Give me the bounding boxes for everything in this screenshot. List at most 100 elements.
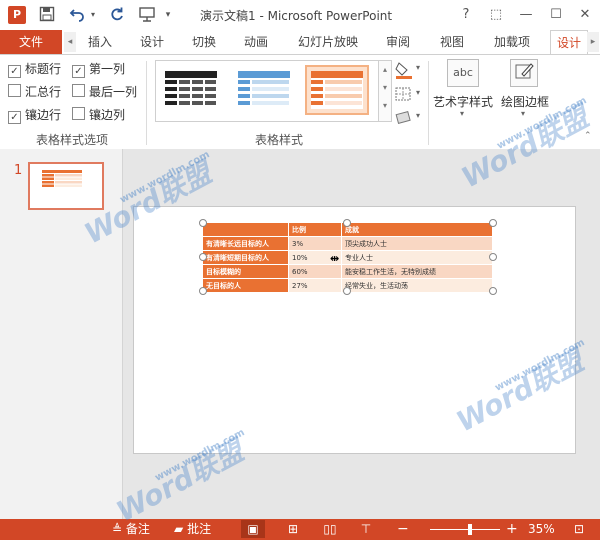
wordart-styles-icon[interactable]: abc (447, 59, 479, 87)
table-style-black[interactable] (161, 67, 221, 113)
checkbox-banded-columns[interactable]: 镶边列 (72, 107, 125, 123)
tab-slideshow[interactable]: 幻灯片放映 (298, 30, 358, 54)
table-cell[interactable]: 经常失业，生活动荡 (341, 278, 493, 293)
table-header-cell[interactable]: 比例 (288, 222, 342, 237)
zoom-slider-knob[interactable] (468, 524, 472, 535)
table-styles-gallery (155, 60, 379, 122)
resize-handle[interactable] (489, 253, 497, 261)
table-cell[interactable]: 有清晰短期目标的人 (202, 250, 289, 265)
checkbox-label: 第一列 (89, 62, 126, 76)
resize-handle[interactable] (343, 287, 351, 295)
zoom-slider-track[interactable] (430, 529, 500, 530)
table-cell[interactable]: 顶尖成功人士 (341, 236, 493, 251)
help-button[interactable]: ? (455, 5, 477, 25)
table-row: 目标模糊的 60% 能安稳工作生活，无特别成绩 (202, 264, 493, 279)
notes-button[interactable]: ≜ 备注 (112, 521, 150, 538)
draw-borders-icon[interactable] (510, 59, 538, 87)
comments-label: 批注 (187, 522, 212, 536)
resize-handle[interactable] (199, 253, 207, 261)
slide-table-container[interactable]: 比例 成就 有清晰长远目标的人 3% 顶尖成功人士 有清晰短期目标的人 10% … (202, 222, 493, 293)
tab-scroll-right-icon[interactable]: ▸ (587, 32, 599, 52)
borders-dropdown-icon[interactable]: ▾ (416, 88, 420, 97)
slide-table[interactable]: 比例 成就 有清晰长远目标的人 3% 顶尖成功人士 有清晰短期目标的人 10% … (202, 222, 493, 293)
checkbox-first-column[interactable]: ✓ 第一列 (72, 61, 126, 78)
borders-icon[interactable] (394, 86, 412, 102)
gallery-up-icon[interactable]: ▴ (379, 61, 391, 79)
gallery-more-icon[interactable]: ▾ (379, 97, 391, 115)
undo-dropdown-icon[interactable]: ▾ (88, 6, 98, 24)
start-slideshow-icon[interactable] (136, 6, 158, 24)
zoom-in-button[interactable]: + (506, 521, 518, 538)
wordart-dropdown-icon[interactable]: ▾ (460, 109, 464, 118)
slideshow-view-icon[interactable]: ⊤ (354, 520, 378, 538)
draw-borders-dropdown-icon[interactable]: ▾ (521, 109, 525, 118)
column-resize-cursor-icon: ⇹ (330, 252, 340, 265)
normal-view-icon[interactable]: ▣ (241, 520, 265, 538)
table-header-cell[interactable]: 成就 (341, 222, 493, 237)
checkbox-last-column[interactable]: 最后一列 (72, 84, 137, 100)
ribbon-display-options-button[interactable]: ⬚ (485, 5, 507, 25)
resize-handle[interactable] (199, 219, 207, 227)
effects-dropdown-icon[interactable]: ▾ (416, 111, 420, 120)
resize-handle[interactable] (489, 219, 497, 227)
table-cell[interactable]: 3% (288, 236, 342, 251)
tab-view[interactable]: 视图 (440, 30, 464, 54)
minimize-button[interactable]: — (515, 5, 537, 25)
shading-icon[interactable] (394, 61, 416, 79)
redo-icon[interactable] (108, 6, 126, 24)
draw-borders-label[interactable]: 绘图边框 (501, 93, 549, 110)
shading-dropdown-icon[interactable]: ▾ (416, 63, 420, 72)
customize-qat-icon[interactable]: ▾ (162, 6, 174, 24)
zoom-out-button[interactable]: − (397, 521, 409, 538)
tab-transitions[interactable]: 切换 (192, 30, 216, 54)
checkbox-total-row[interactable]: 汇总行 (8, 84, 61, 100)
resize-handle[interactable] (489, 287, 497, 295)
gallery-down-icon[interactable]: ▾ (379, 79, 391, 97)
close-button[interactable]: ✕ (574, 5, 596, 25)
slide-number: 1 (14, 163, 23, 178)
zoom-level[interactable]: 35% (528, 521, 555, 538)
resize-handle[interactable] (199, 287, 207, 295)
save-icon[interactable] (38, 6, 56, 24)
tab-design[interactable]: 设计 (140, 30, 164, 54)
table-cell[interactable]: 有清晰长远目标的人 (202, 236, 289, 251)
collapse-ribbon-icon[interactable]: ⌃ (584, 131, 592, 141)
table-cell[interactable]: 目标模糊的 (202, 264, 289, 279)
group-label-table-style-options: 表格样式选项 (36, 133, 109, 147)
undo-icon[interactable] (68, 6, 86, 24)
wordart-styles-label[interactable]: 艺术字样式 (433, 93, 493, 110)
tab-insert[interactable]: 插入 (88, 30, 112, 54)
window-title: 演示文稿1 - Microsoft PowerPoint (200, 9, 393, 23)
checkbox-checked-icon: ✓ (8, 65, 21, 78)
tab-table-design[interactable]: 设计 (550, 30, 588, 55)
table-cell[interactable]: 60% (288, 264, 342, 279)
tab-animations[interactable]: 动画 (244, 30, 268, 54)
tab-addins[interactable]: 加载项 (494, 30, 530, 54)
checkbox-label: 镶边行 (25, 108, 62, 122)
checkbox-label: 汇总行 (25, 85, 62, 99)
table-style-orange-selected[interactable] (305, 65, 369, 115)
maximize-button[interactable]: ☐ (545, 5, 567, 25)
tab-file[interactable]: 文件 (0, 30, 62, 54)
tab-scroll-left-icon[interactable]: ◂ (64, 32, 76, 52)
table-cell[interactable]: 无目标的人 (202, 278, 289, 293)
checkbox-banded-rows[interactable]: ✓ 镶边行 (8, 107, 62, 124)
table-cell[interactable]: 能安稳工作生活，无特别成绩 (341, 264, 493, 279)
slide-canvas[interactable]: 比例 成就 有清晰长远目标的人 3% 顶尖成功人士 有清晰短期目标的人 10% … (133, 206, 576, 454)
table-header-cell[interactable] (202, 222, 289, 237)
workspace: 1 比例 成就 有清晰长远目标的人 3% 顶尖成功人士 有清晰短期目标的人 10… (0, 149, 600, 519)
fit-slide-icon[interactable]: ⊡ (574, 521, 584, 538)
slide-sorter-icon[interactable]: ⊞ (281, 520, 305, 538)
reading-view-icon[interactable]: ▯▯ (318, 520, 342, 538)
checkbox-label: 标题行 (25, 62, 62, 76)
comments-button[interactable]: ▰ 批注 (174, 521, 211, 538)
gallery-scrollbar[interactable]: ▴ ▾ ▾ (378, 60, 392, 122)
resize-handle[interactable] (343, 219, 351, 227)
table-cell[interactable]: 27% (288, 278, 342, 293)
table-style-blue[interactable] (234, 67, 294, 113)
slide-thumbnail[interactable] (28, 162, 104, 210)
table-cell[interactable]: 专业人士 (341, 250, 493, 265)
checkbox-header-row[interactable]: ✓ 标题行 (8, 61, 62, 78)
tab-review[interactable]: 审阅 (386, 30, 410, 54)
effects-icon[interactable] (394, 109, 412, 125)
